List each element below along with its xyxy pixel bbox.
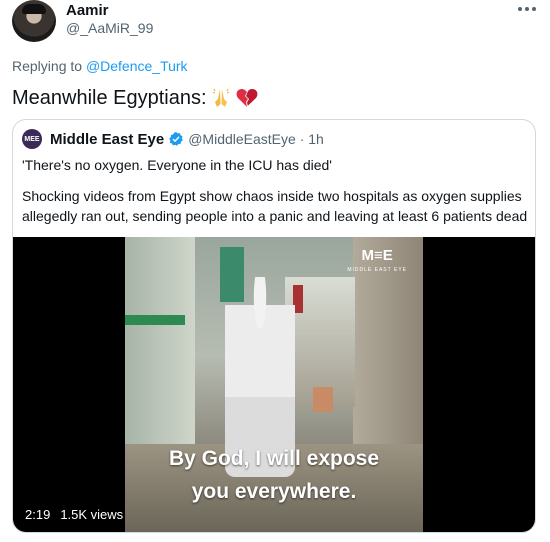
video-views: 1.5K views — [60, 507, 124, 522]
quoted-handle[interactable]: @MiddleEastEye · 1h — [188, 131, 324, 147]
replying-prefix: Replying to — [12, 58, 83, 74]
video-frame: M≡E MIDDLE EAST EYE By God, I will expos… — [125, 237, 423, 532]
reply-mention-link[interactable]: @Defence_Turk — [86, 58, 188, 74]
tweet-header: Aamir @_AaMiR_99 — [0, 0, 550, 50]
video-green-stripe — [125, 315, 185, 325]
quoted-avatar[interactable]: MEE — [22, 129, 42, 149]
video-player[interactable]: M≡E MIDDLE EAST EYE By God, I will expos… — [13, 237, 535, 532]
video-brand: M≡E — [361, 247, 393, 264]
tweet-body: Meanwhile Egyptians: — [12, 86, 207, 109]
verified-badge-icon — [169, 132, 184, 146]
quoted-tweet-header: MEE Middle East Eye @MiddleEastEye · 1h — [22, 129, 324, 149]
video-caption-line1: By God, I will expose — [168, 447, 380, 470]
quoted-display-name[interactable]: Middle East Eye — [50, 131, 164, 148]
folded-hands-icon — [212, 88, 229, 107]
video-brand-logo: M≡E MIDDLE EAST EYE — [347, 247, 407, 277]
video-box — [313, 387, 333, 412]
tweet-text: Meanwhile Egyptians: — [12, 86, 259, 110]
video-caption-line2: you everywhere. — [191, 480, 357, 503]
video-brand-sub: MIDDLE EAST EYE — [347, 267, 407, 273]
quoted-tweet[interactable]: MEE Middle East Eye @MiddleEastEye · 1h … — [12, 119, 536, 533]
display-name[interactable]: Aamir — [66, 2, 109, 19]
video-meta: 2:19 1.5K views — [25, 507, 123, 522]
video-duration: 2:19 — [25, 507, 51, 522]
quoted-headline: 'There's no oxygen. Everyone in the ICU … — [22, 157, 332, 173]
user-handle[interactable]: @_AaMiR_99 — [66, 20, 153, 36]
avatar[interactable] — [12, 0, 56, 42]
broken-heart-icon — [236, 89, 257, 107]
more-options-icon[interactable] — [516, 2, 538, 16]
replying-to: Replying to @Defence_Turk — [12, 58, 188, 74]
quoted-body: Shocking videos from Egypt show chaos in… — [22, 188, 528, 224]
